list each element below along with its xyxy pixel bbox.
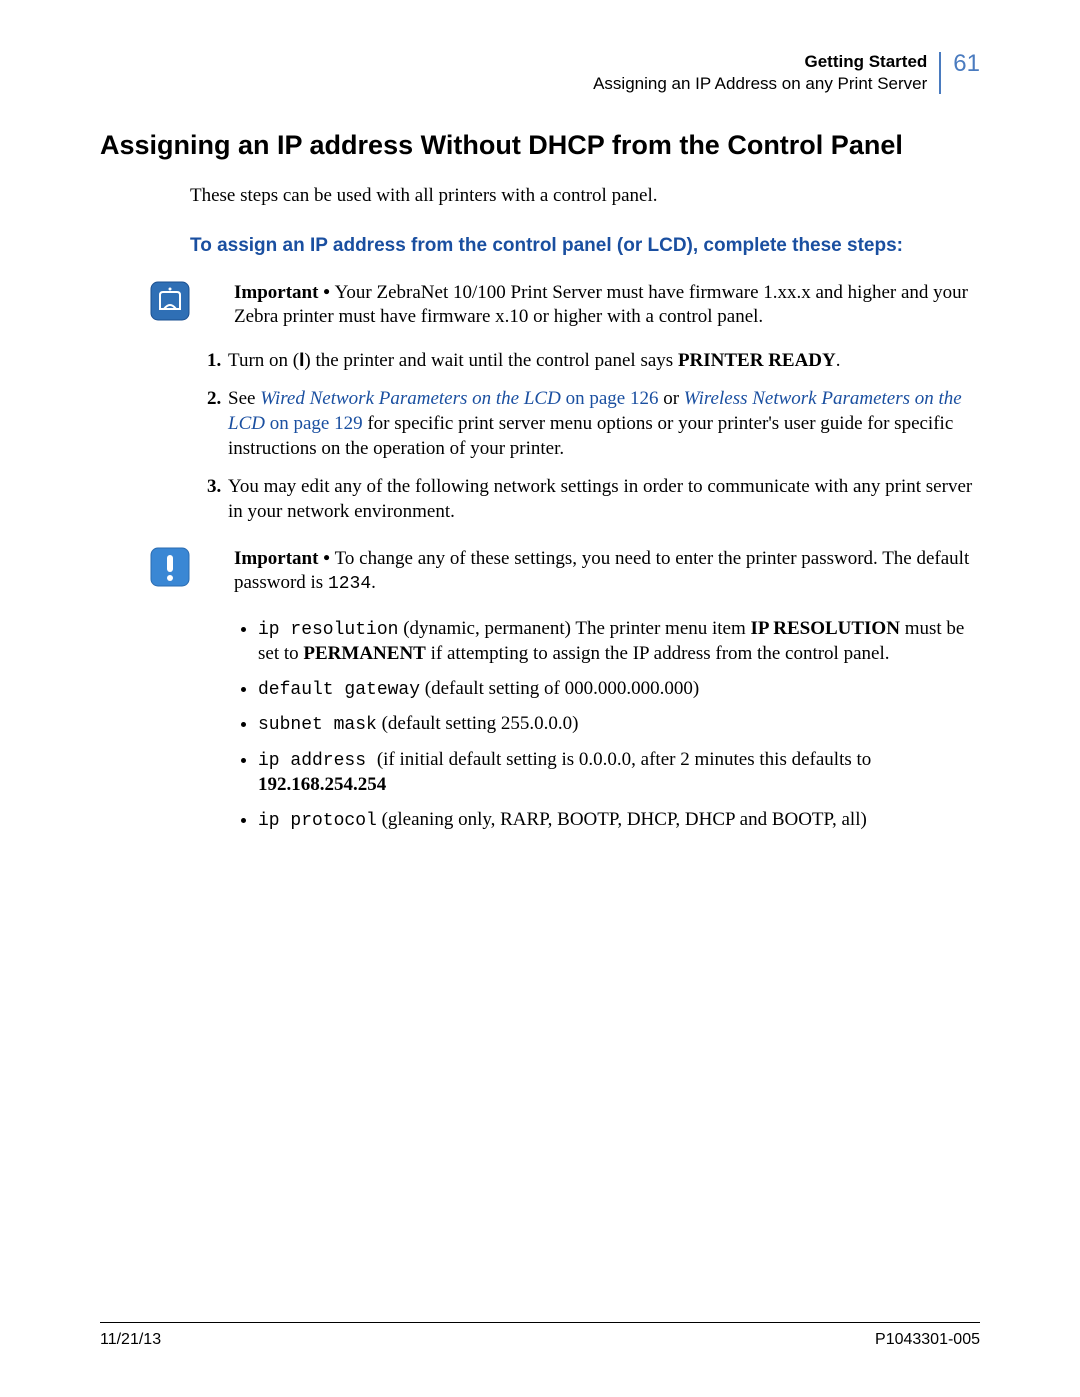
intro-paragraph: These steps can be used with all printer… [190,185,980,207]
b3-text: (default setting 255.0.0.0) [377,713,579,734]
important2-label: Important • [234,548,335,569]
important2-b: . [371,572,376,593]
bullet-ip-resolution: ip resolution (dynamic, permanent) The p… [258,617,980,667]
important2-code: 1234 [328,574,371,594]
b5-text: (gleaning only, RARP, BOOTP, DHCP, DHCP … [377,809,867,830]
b5-code: ip protocol [258,811,377,831]
header-section: Assigning an IP Address on any Print Ser… [593,74,927,94]
footer-date: 11/21/13 [100,1331,161,1349]
footer-docnum: P1043301-005 [875,1331,980,1349]
link-wired-params[interactable]: Wired Network Parameters on the LCD [260,388,561,409]
step-1: Turn on (I) the printer and wait until t… [226,349,980,374]
bullet-subnet-mask: subnet mask (default setting 255.0.0.0) [258,712,980,737]
main-heading: Assigning an IP address Without DHCP fro… [100,130,980,161]
b3-code: subnet mask [258,715,377,735]
steps-list: Turn on (I) the printer and wait until t… [190,349,980,525]
important-note-2-text: Important • To change any of these setti… [192,547,980,597]
b2-code: default gateway [258,680,420,700]
b1-bold2: PERMANENT [303,643,425,664]
bullet-default-gateway: default gateway (default setting of 000.… [258,677,980,702]
important-note-1: Important • Your ZebraNet 10/100 Print S… [150,281,980,329]
header-chapter: Getting Started [593,52,927,72]
page-footer: 11/21/13 P1043301-005 [100,1322,980,1349]
b4-code: ip address [258,751,377,771]
step1-text-c: . [836,350,841,371]
b4-a: (if initial default setting is 0.0.0.0, … [377,749,871,770]
important-icon-printer [150,281,190,329]
step2-text-a: See [228,388,260,409]
step1-text-b: ) the printer and wait until the control… [304,350,678,371]
procedure-heading: To assign an IP address from the control… [190,235,980,257]
important-note-1-text: Important • Your ZebraNet 10/100 Print S… [192,281,980,329]
step1-text-a: Turn on ( [228,350,299,371]
page-header: Getting Started Assigning an IP Address … [100,52,980,94]
page: Getting Started Assigning an IP Address … [0,0,1080,1397]
step1-bold: PRINTER READY [678,350,836,371]
step-3: You may edit any of the following networ… [226,475,980,524]
b1-c: if attempting to assign the IP address f… [426,643,890,664]
link-wireless-page[interactable]: on page 129 [265,413,363,434]
b1-bold1: IP RESOLUTION [751,618,900,639]
important-label: Important • [234,282,335,303]
b4-bold: 192.168.254.254 [258,774,386,795]
important-note-2: Important • To change any of these setti… [150,547,980,597]
step-2: See Wired Network Parameters on the LCD … [226,387,980,461]
important-text: Your ZebraNet 10/100 Print Server must h… [234,282,968,327]
settings-bullets: ip resolution (dynamic, permanent) The p… [228,617,980,833]
b1-code: ip resolution [258,620,398,640]
header-text-block: Getting Started Assigning an IP Address … [593,52,939,94]
b2-text: (default setting of 000.000.000.000) [420,678,699,699]
page-number: 61 [953,50,980,78]
bullet-ip-protocol: ip protocol (gleaning only, RARP, BOOTP,… [258,808,980,833]
b1-a: (dynamic, permanent) The printer menu it… [398,618,750,639]
step2-or: or [658,388,683,409]
link-wired-page[interactable]: on page 126 [561,388,659,409]
bullet-ip-address: ip address (if initial default setting i… [258,748,980,798]
important-icon-exclaim [150,547,190,597]
header-divider [939,52,941,94]
